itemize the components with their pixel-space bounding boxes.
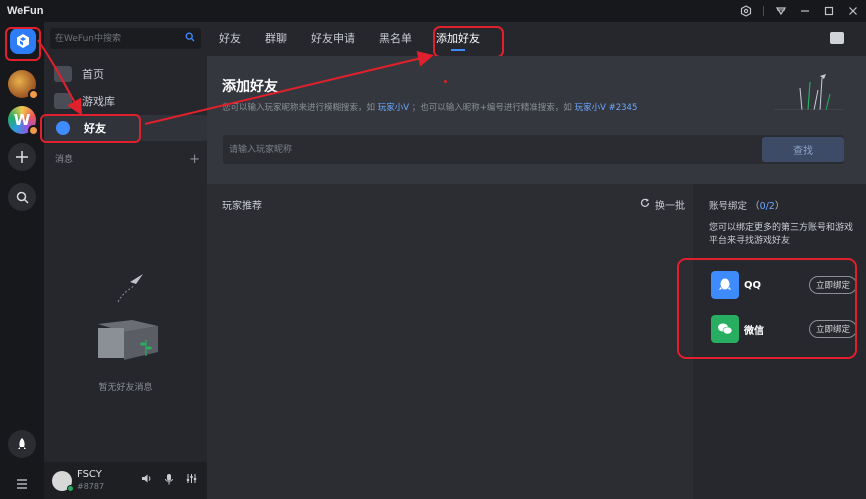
add-friend-title: 添加好友 <box>222 79 278 95</box>
user-id: #8787 <box>77 481 105 491</box>
menu-icon <box>17 479 27 489</box>
player-search-row: 查找 <box>223 135 844 164</box>
messages-header: 消息 + <box>55 152 200 167</box>
main-panel: 好友 群聊 好友申请 黑名单 添加好友 添加好友 您可以输入玩家昵称来进行模糊搜… <box>207 22 866 499</box>
find-button[interactable]: 查找 <box>762 137 844 162</box>
tab-friend-requests[interactable]: 好友申请 <box>311 22 355 56</box>
user-controls <box>141 473 197 488</box>
annotation-box-logo <box>5 27 41 61</box>
desc-text: 您可以输入玩家昵称来进行模糊搜索，如 <box>222 103 376 113</box>
badge-dot <box>28 89 39 100</box>
tab-groups[interactable]: 群聊 <box>265 22 287 56</box>
refresh-icon <box>640 198 650 211</box>
messages-label: 消息 <box>55 155 74 165</box>
search-icon <box>16 191 29 204</box>
player-search-input[interactable] <box>223 135 753 164</box>
app-title: WeFun <box>7 5 44 17</box>
grass-decoration <box>774 74 844 110</box>
refresh-button[interactable]: 换一批 <box>640 197 685 212</box>
close-icon[interactable] <box>846 4 860 18</box>
sliders-icon[interactable] <box>186 473 197 488</box>
plus-icon <box>16 151 28 163</box>
tab-bar: 好友 群聊 好友申请 黑名单 添加好友 <box>207 22 866 56</box>
maximize-icon[interactable] <box>822 4 836 18</box>
add-friend-description: 您可以输入玩家昵称来进行模糊搜索，如 玩家小V ；也可以输入昵称+编号进行精准搜… <box>222 101 637 113</box>
annotation-box-friends <box>40 114 141 143</box>
user-info: FSCY #8787 <box>77 469 104 493</box>
empty-messages-text: 暂无好友消息 <box>98 383 153 393</box>
binding-title: 账号绑定 （0/2） <box>709 198 784 212</box>
search-button[interactable] <box>8 183 36 211</box>
nav-item-home[interactable]: 首页 <box>44 61 207 87</box>
desc-example: 玩家小V <box>377 103 410 113</box>
refresh-label: 换一批 <box>655 201 685 212</box>
settings-icon[interactable] <box>739 4 753 18</box>
w-avatar[interactable]: W <box>8 106 39 136</box>
desc-text: ；也可以输入昵称+编号进行精准搜索，如 <box>411 103 572 113</box>
nav-search <box>50 28 201 49</box>
nav-item-label: 游戏库 <box>82 95 115 108</box>
empty-illustration <box>98 274 158 360</box>
annotation-box-add-friend-tab <box>433 26 504 58</box>
w-avatar-letter: W <box>13 111 31 129</box>
user-dropdown-icon[interactable] <box>774 4 788 18</box>
menu-button[interactable] <box>8 470 36 498</box>
binding-description: 您可以绑定更多的第三方账号和游戏平台来寻找游戏好友 <box>709 223 854 246</box>
binding-count-open: （ <box>750 201 760 212</box>
speaker-icon[interactable] <box>141 473 152 488</box>
rocket-button[interactable] <box>8 430 36 458</box>
rocket-icon <box>18 438 26 449</box>
microphone-icon[interactable] <box>164 473 174 488</box>
add-friend-header: 添加好友 您可以输入玩家昵称来进行模糊搜索，如 玩家小V ；也可以输入昵称+编号… <box>207 56 866 184</box>
nav-item-label: 首页 <box>82 68 104 81</box>
binding-count-close: ） <box>774 201 785 212</box>
annotation-box-binding <box>677 258 857 359</box>
user-name: FSCY <box>77 468 102 480</box>
tab-friends[interactable]: 好友 <box>219 22 241 56</box>
minimize-icon[interactable] <box>798 4 812 18</box>
online-status-dot <box>67 484 74 492</box>
game-avatar[interactable] <box>8 70 39 100</box>
nav-search-input[interactable] <box>50 28 170 49</box>
binding-count: 0/2 <box>759 201 775 212</box>
title-bar: WeFun <box>0 0 866 22</box>
annotation-dot <box>444 80 447 83</box>
recommend-title: 玩家推荐 <box>222 201 262 212</box>
binding-title-text: 账号绑定 <box>709 201 748 212</box>
add-button[interactable] <box>8 143 36 171</box>
player-recommendations: 玩家推荐 换一批 <box>207 184 693 499</box>
gamepad-icon <box>54 93 72 109</box>
user-bar: FSCY #8787 <box>44 462 207 499</box>
account-binding-panel: 账号绑定 （0/2） 您可以绑定更多的第三方账号和游戏平台来寻找游戏好友 QQ … <box>677 184 866 499</box>
divider <box>763 6 764 16</box>
app-rail: W <box>0 22 44 499</box>
chat-bubble-icon[interactable] <box>830 32 844 44</box>
add-message-icon[interactable]: + <box>189 152 200 167</box>
avatar[interactable] <box>52 470 74 492</box>
tab-blacklist[interactable]: 黑名单 <box>379 22 412 56</box>
badge-dot <box>28 125 39 136</box>
side-nav: 首页 游戏库 好友 消息 + 暂无好友消息 FSCY #8787 <box>40 22 207 499</box>
desc-example: 玩家小V #2345 <box>574 103 638 113</box>
window-controls <box>739 0 860 22</box>
home-icon <box>54 66 72 82</box>
nav-item-games[interactable]: 游戏库 <box>44 88 207 114</box>
search-icon[interactable] <box>185 32 195 45</box>
